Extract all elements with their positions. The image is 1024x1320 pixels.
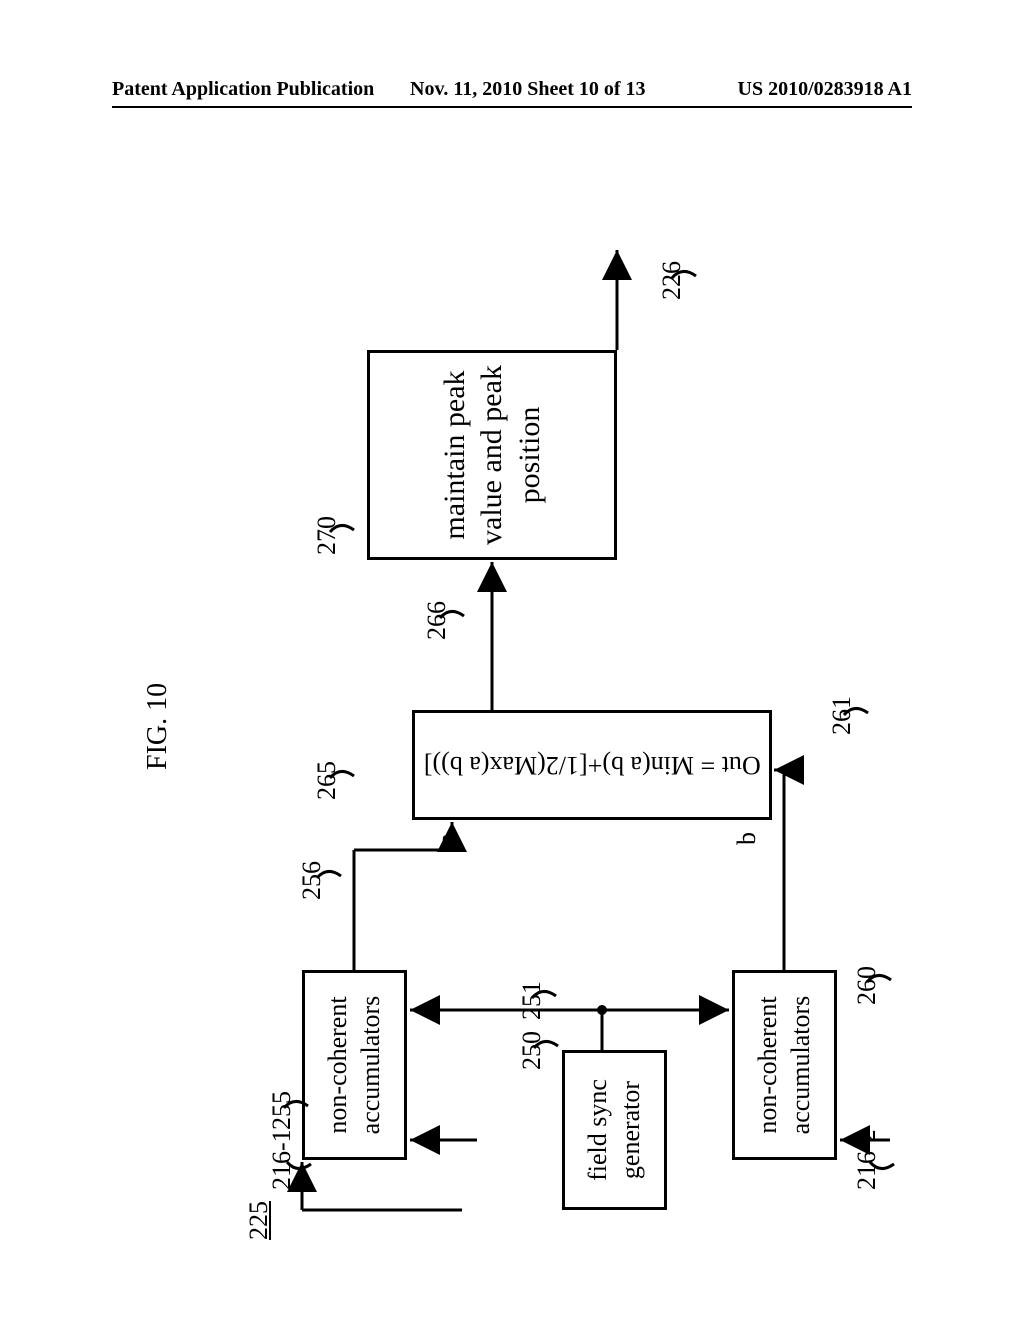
diagram-wrap: FIG. 10 225 field sync generator non-coh…	[132, 170, 892, 1270]
header-center: Nov. 11, 2010 Sheet 10 of 13	[410, 78, 646, 101]
header-left: Patent Application Publication	[112, 78, 374, 101]
page: Patent Application Publication Nov. 11, …	[0, 0, 1024, 1320]
header-rule	[112, 106, 912, 108]
block-diagram: FIG. 10 225 field sync generator non-coh…	[132, 170, 892, 1270]
arrows-layer	[132, 170, 892, 1270]
header-right: US 2010/0283918 A1	[738, 78, 912, 101]
